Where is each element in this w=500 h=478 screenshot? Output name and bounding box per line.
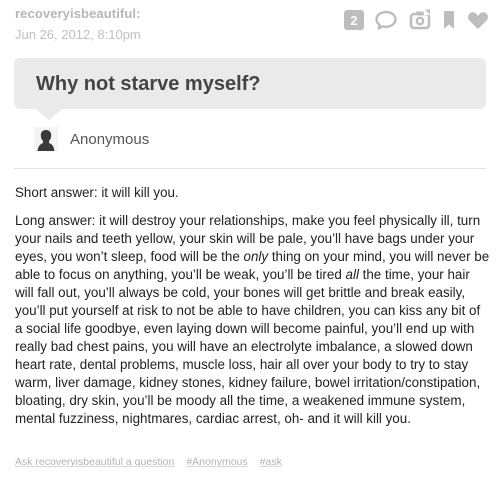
question-text: Why not starve myself? <box>36 73 261 95</box>
like-icon[interactable] <box>466 9 490 31</box>
long-answer-part-3: the time, your hair will fall out, you’l… <box>15 267 481 426</box>
post-footer: Ask recoveryisbeautiful a question #Anon… <box>15 456 282 468</box>
asker: Anonymous <box>34 127 149 151</box>
emphasis-only: only <box>243 249 269 264</box>
short-answer: Short answer: it will kill you. <box>15 185 179 200</box>
anonymous-avatar-icon <box>34 127 58 151</box>
asker-name: Anonymous <box>70 130 150 148</box>
reply-icon[interactable] <box>374 9 398 31</box>
post-username[interactable]: recoveryisbeautiful: <box>15 6 141 21</box>
tag-ask[interactable]: #ask <box>260 456 282 468</box>
reblog-icon[interactable] <box>408 9 432 31</box>
long-answer: Long answer: it will destroy your relati… <box>15 212 490 428</box>
question-bubble-tail <box>36 109 62 120</box>
question-bubble: Why not starve myself? <box>14 58 486 109</box>
post-timestamp[interactable]: Jun 26, 2012, 8:10pm <box>15 27 141 42</box>
post-controls: 2 <box>344 6 490 34</box>
tag-anonymous[interactable]: #Anonymous <box>186 456 247 468</box>
divider <box>14 168 486 169</box>
notes-count-badge[interactable]: 2 <box>344 10 364 30</box>
answer-body: Short answer: it will kill you. Long ans… <box>15 184 490 438</box>
emphasis-all: all <box>345 267 359 282</box>
bookmark-icon[interactable] <box>442 9 456 31</box>
post-header: recoveryisbeautiful: Jun 26, 2012, 8:10p… <box>15 6 490 42</box>
ask-question-link[interactable]: Ask recoveryisbeautiful a question <box>15 456 174 468</box>
